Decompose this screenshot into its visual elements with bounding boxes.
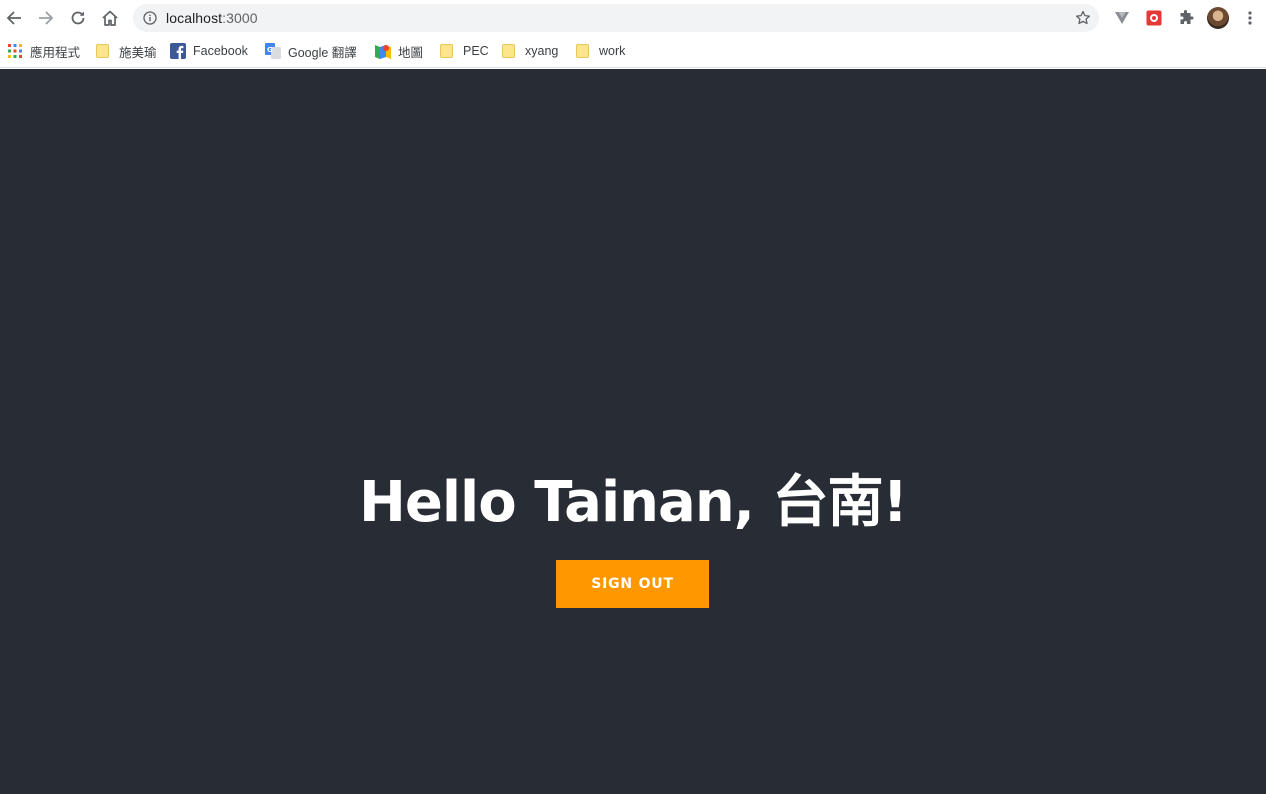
red-extension-icon bbox=[1146, 10, 1162, 26]
bookmark-label: Google 翻譯 bbox=[288, 45, 357, 60]
bookmark-star-icon[interactable] bbox=[1075, 10, 1091, 26]
bookmark-label: Facebook bbox=[193, 44, 248, 58]
arrow-right-icon bbox=[39, 11, 54, 25]
extensions-button[interactable] bbox=[1176, 8, 1196, 28]
folder-icon bbox=[502, 44, 515, 58]
facebook-icon bbox=[170, 43, 186, 59]
greeting-heading: Hello Tainan, 台南! bbox=[358, 470, 908, 535]
browser-menu-button[interactable] bbox=[1240, 8, 1260, 28]
extension-red-icon[interactable] bbox=[1144, 8, 1164, 28]
url-text[interactable]: localhost:3000 bbox=[166, 4, 258, 32]
arrow-left-icon bbox=[6, 11, 21, 25]
google-maps-icon bbox=[375, 45, 391, 59]
svg-text:G: G bbox=[267, 46, 273, 54]
info-icon[interactable] bbox=[143, 11, 157, 25]
back-button[interactable] bbox=[2, 6, 26, 30]
bookmark-google-translate[interactable]: G Google 翻譯 bbox=[265, 37, 357, 65]
bookmark-apps[interactable]: 應用程式 bbox=[7, 37, 80, 65]
bookmark-label: 應用程式 bbox=[30, 45, 81, 60]
reload-icon bbox=[71, 11, 85, 25]
apps-grid-icon bbox=[8, 44, 22, 58]
bookmark-label: 施美瑜 bbox=[119, 45, 157, 60]
puzzle-icon bbox=[1180, 10, 1194, 24]
bookmark-label: PEC bbox=[463, 44, 489, 58]
bookmark-label: 地圖 bbox=[398, 45, 424, 60]
extension-v-icon[interactable] bbox=[1112, 8, 1132, 28]
more-vert-icon bbox=[1248, 11, 1252, 25]
bookmark-maps[interactable]: 地圖 bbox=[375, 37, 423, 65]
profile-avatar[interactable] bbox=[1207, 7, 1229, 29]
bookmarks-bar: 應用程式 施美瑜 Facebook G Google 翻譯 地圖 PEC xya… bbox=[0, 37, 1266, 68]
folder-icon bbox=[96, 44, 109, 58]
forward-button[interactable] bbox=[34, 6, 58, 30]
url-host: localhost bbox=[166, 10, 223, 26]
bookmark-label: xyang bbox=[525, 44, 559, 58]
vue-devtools-icon bbox=[1115, 12, 1129, 24]
url-port: :3000 bbox=[222, 10, 258, 26]
folder-icon bbox=[440, 44, 453, 58]
bookmark-folder-pec[interactable]: PEC bbox=[439, 37, 489, 65]
reload-button[interactable] bbox=[66, 6, 90, 30]
bookmark-facebook[interactable]: Facebook bbox=[170, 37, 248, 65]
address-bar[interactable]: localhost:3000 bbox=[133, 4, 1099, 32]
home-icon bbox=[102, 10, 118, 26]
bookmark-folder-xyang[interactable]: xyang bbox=[501, 37, 558, 65]
google-translate-icon: G bbox=[265, 43, 281, 59]
bookmark-folder-1[interactable]: 施美瑜 bbox=[95, 37, 157, 65]
app-page: Hello Tainan, 台南! SIGN OUT bbox=[0, 69, 1266, 794]
bookmark-label: work bbox=[599, 44, 626, 58]
bookmark-folder-work[interactable]: work bbox=[575, 37, 625, 65]
browser-toolbar: localhost:3000 bbox=[0, 0, 1266, 37]
folder-icon bbox=[576, 44, 589, 58]
home-button[interactable] bbox=[98, 6, 122, 30]
sign-out-button[interactable]: SIGN OUT bbox=[556, 560, 709, 608]
